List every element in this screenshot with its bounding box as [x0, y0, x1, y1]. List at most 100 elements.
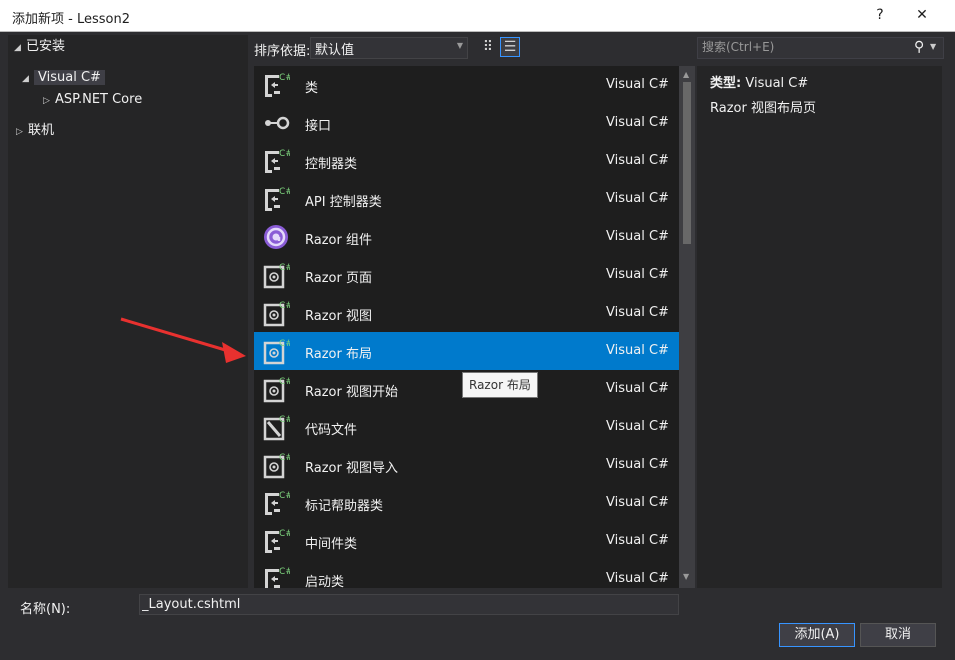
help-button[interactable]: ?: [860, 3, 900, 27]
scroll-up-icon[interactable]: ▲: [683, 70, 689, 79]
chevron-down-icon[interactable]: ▼: [930, 42, 936, 51]
razor-page-icon: C#: [262, 299, 293, 327]
svg-text:C#: C#: [279, 187, 290, 197]
template-language: Visual C#: [606, 533, 669, 548]
template-language: Visual C#: [606, 191, 669, 206]
tree-label: 联机: [28, 123, 55, 138]
template-name: API 控制器类: [305, 195, 382, 210]
search-input[interactable]: [700, 38, 904, 56]
sort-dropdown[interactable]: 默认值 ▼: [310, 37, 468, 59]
tree-label: Visual C#: [34, 70, 105, 85]
grid-view-icon[interactable]: ⠿: [478, 37, 498, 57]
scroll-thumb[interactable]: [683, 82, 691, 244]
template-language: Visual C#: [606, 115, 669, 130]
template-language: Visual C#: [606, 77, 669, 92]
razor-component-icon: [262, 223, 290, 251]
template-description: Razor 视图布局页: [710, 101, 816, 116]
template-name: 标记帮助器类: [305, 499, 384, 514]
template-language: Visual C#: [606, 343, 669, 358]
svg-text:C#: C#: [279, 73, 290, 83]
class-icon: C#: [262, 565, 293, 588]
template-row[interactable]: C# 代码文件 Visual C#: [254, 408, 679, 446]
collapse-triangle-icon[interactable]: ◢: [14, 38, 26, 58]
svg-text:C#: C#: [279, 263, 290, 273]
template-name: 中间件类: [305, 537, 358, 552]
template-row[interactable]: C# Razor 视图导入 Visual C#: [254, 446, 679, 484]
tree-node-aspnet-core[interactable]: ▷ ASP.NET Core: [43, 90, 142, 110]
class-icon: C#: [262, 147, 293, 175]
tree-label: ASP.NET Core: [55, 92, 143, 107]
template-name: 接口: [305, 119, 332, 134]
cancel-button[interactable]: 取消: [860, 623, 936, 647]
name-label: 名称(N):: [20, 602, 71, 617]
template-row[interactable]: Razor 组件 Visual C#: [254, 218, 679, 256]
template-name: Razor 布局: [305, 347, 372, 362]
collapse-triangle-icon[interactable]: ◢: [22, 69, 34, 89]
type-value: Visual C#: [745, 76, 809, 91]
template-row[interactable]: C# Razor 布局 Visual C#: [254, 332, 679, 370]
search-box: ⚲ ▼: [697, 37, 944, 59]
template-row[interactable]: C# 中间件类 Visual C#: [254, 522, 679, 560]
name-field[interactable]: [139, 594, 679, 615]
sort-label: 排序依据:: [254, 44, 311, 59]
template-language: Visual C#: [606, 457, 669, 472]
template-row[interactable]: C# 类 Visual C#: [254, 66, 679, 104]
tree-label: 已安装: [26, 39, 66, 54]
razor-page-icon: C#: [262, 451, 293, 479]
template-name: Razor 组件: [305, 233, 372, 248]
class-icon: C#: [262, 185, 293, 213]
template-name: Razor 视图开始: [305, 385, 398, 400]
template-language: Visual C#: [606, 229, 669, 244]
razor-page-icon: C#: [262, 375, 293, 403]
chevron-down-icon: ▼: [456, 41, 463, 50]
template-row[interactable]: C# Razor 视图 Visual C#: [254, 294, 679, 332]
svg-text:C#: C#: [279, 149, 290, 159]
svg-text:C#: C#: [279, 377, 290, 387]
template-row[interactable]: 接口 Visual C#: [254, 104, 679, 142]
svg-text:C#: C#: [279, 491, 290, 501]
template-language: Visual C#: [606, 381, 669, 396]
svg-text:C#: C#: [279, 301, 290, 311]
template-language: Visual C#: [606, 495, 669, 510]
tree-node-online[interactable]: ▷ 联机: [16, 121, 54, 141]
template-row[interactable]: C# 启动类 Visual C#: [254, 560, 679, 588]
expand-triangle-icon[interactable]: ▷: [43, 91, 55, 111]
window-title: 添加新项 - Lesson2: [12, 12, 130, 27]
svg-text:C#: C#: [279, 529, 290, 539]
template-row[interactable]: C# Razor 页面 Visual C#: [254, 256, 679, 294]
tree-node-visual-csharp[interactable]: ◢ Visual C#: [22, 68, 105, 88]
svg-text:C#: C#: [279, 415, 290, 425]
add-button[interactable]: 添加(A): [779, 623, 855, 647]
sort-value: 默认值: [315, 43, 355, 58]
template-list: C#类Visual C#接口Visual C#C#控制器类Visual C#C#…: [254, 66, 679, 588]
close-button[interactable]: ✕: [902, 3, 942, 27]
dialog-footer: 名称(N): 添加(A) 取消: [0, 590, 955, 660]
template-row[interactable]: C# API 控制器类 Visual C#: [254, 180, 679, 218]
template-name: 代码文件: [305, 423, 358, 438]
template-type: 类型: Visual C#: [710, 72, 808, 91]
tooltip: Razor 布局: [462, 372, 538, 398]
tree-node-installed[interactable]: ◢ 已安装: [14, 37, 65, 57]
template-name: 启动类: [305, 575, 345, 588]
svg-text:C#: C#: [279, 339, 290, 349]
scroll-down-icon[interactable]: ▼: [683, 572, 689, 581]
razor-page-icon: C#: [262, 337, 293, 365]
template-row[interactable]: C# 控制器类 Visual C#: [254, 142, 679, 180]
expand-triangle-icon[interactable]: ▷: [16, 122, 28, 142]
template-name: Razor 页面: [305, 271, 372, 286]
category-tree: ◢ 已安装 ◢ Visual C# ▷ ASP.NET Core ▷ 联机: [8, 35, 248, 588]
interface-icon: [262, 109, 290, 137]
code-file-icon: C#: [262, 413, 293, 441]
template-name: 类: [305, 81, 319, 96]
search-icon[interactable]: ⚲: [914, 39, 924, 55]
title-bar: 添加新项 - Lesson2 ? ✕: [0, 0, 955, 32]
template-language: Visual C#: [606, 267, 669, 282]
template-language: Visual C#: [606, 305, 669, 320]
template-row[interactable]: C# 标记帮助器类 Visual C#: [254, 484, 679, 522]
svg-text:C#: C#: [279, 567, 290, 577]
class-icon: C#: [262, 71, 293, 99]
type-label: 类型:: [710, 76, 742, 91]
template-language: Visual C#: [606, 153, 669, 168]
list-scrollbar[interactable]: ▲ ▼: [679, 66, 695, 588]
list-view-icon[interactable]: ☰: [500, 37, 520, 57]
